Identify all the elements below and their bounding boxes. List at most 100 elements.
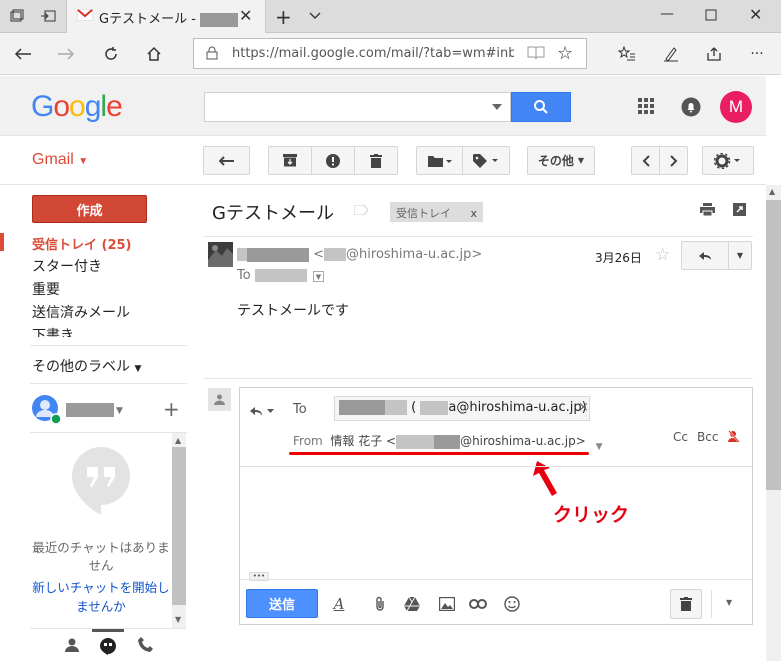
label-tag-icon xyxy=(473,153,499,168)
tab-preview-chevron-icon[interactable] xyxy=(308,8,322,22)
minimize-icon[interactable]: — xyxy=(660,6,674,22)
url-text: https://mail.google.com/mail/?tab=wm#inb… xyxy=(232,46,514,61)
more-menu-icon[interactable]: ··· xyxy=(746,43,768,65)
refresh-icon[interactable] xyxy=(100,43,122,65)
reading-view-icon[interactable] xyxy=(527,45,545,61)
settings-button[interactable] xyxy=(702,146,754,175)
sidebar-item-sent[interactable]: 送信済みメール xyxy=(32,302,130,322)
restrict-recipients-icon[interactable] xyxy=(728,430,740,443)
sender-avatar xyxy=(208,242,233,267)
formatting-options-icon[interactable]: A xyxy=(329,594,349,614)
recipient-line[interactable]: To ▼ xyxy=(237,268,324,283)
more-actions-label: その他 xyxy=(537,154,574,168)
favorite-star-icon[interactable]: ☆ xyxy=(557,43,573,64)
more-actions-button[interactable]: その他 ▼ xyxy=(527,146,595,175)
send-button[interactable]: 送信 xyxy=(246,589,318,618)
apps-grid-icon[interactable] xyxy=(638,98,654,114)
archive-button[interactable] xyxy=(268,146,312,175)
star-icon[interactable]: ☆ xyxy=(655,245,670,265)
spam-icon xyxy=(326,153,340,168)
insert-link-icon[interactable] xyxy=(468,594,488,614)
scroll-up-icon[interactable]: ▲ xyxy=(175,436,181,445)
pen-notes-icon[interactable] xyxy=(660,43,682,65)
cc-link[interactable]: Cc xyxy=(673,430,688,444)
google-logo[interactable]: Google xyxy=(31,90,123,124)
new-chat-plus-icon[interactable]: + xyxy=(163,397,180,421)
insert-photo-icon[interactable] xyxy=(437,594,457,614)
phone-icon[interactable] xyxy=(138,637,153,652)
attach-file-icon[interactable] xyxy=(370,594,390,614)
hangouts-user-name[interactable]: ▼ xyxy=(66,402,123,417)
from-selector[interactable]: From 情報 花子 < @hiroshima-u.ac.jp> ▼ xyxy=(293,432,603,452)
delete-button[interactable] xyxy=(354,146,398,175)
forward-icon[interactable] xyxy=(55,43,77,65)
importance-marker-icon[interactable] xyxy=(354,205,368,215)
chevron-left-icon xyxy=(642,154,650,167)
bcc-link[interactable]: Bcc xyxy=(697,430,718,444)
gmail-menu[interactable]: Gmail ▼ xyxy=(32,151,88,169)
gear-icon xyxy=(714,152,742,169)
insert-emoji-icon[interactable] xyxy=(502,594,522,614)
favorites-hub-icon[interactable] xyxy=(616,43,638,65)
set-aside-tabs-icon[interactable] xyxy=(40,9,56,23)
search-options-caret-icon[interactable] xyxy=(492,104,502,110)
reply-button[interactable] xyxy=(681,241,729,270)
folder-icon xyxy=(427,155,452,167)
from-dropdown-caret-icon[interactable]: ▼ xyxy=(596,442,603,452)
scroll-down-icon[interactable]: ▼ xyxy=(175,615,181,624)
browser-nav-bar: https://mail.google.com/mail/?tab=wm#inb… xyxy=(0,33,781,75)
discard-draft-button[interactable] xyxy=(670,589,702,619)
remove-recipient-button[interactable]: × xyxy=(578,400,589,415)
tab-close-icon[interactable]: ✕ xyxy=(239,6,252,25)
reply-avatar xyxy=(208,388,231,411)
gmail-header: Google M xyxy=(0,76,766,136)
hangouts-tab[interactable] xyxy=(92,629,124,662)
recipient-chip[interactable]: ( a@hiroshima-u.ac.jp) × xyxy=(334,396,590,421)
compose-button[interactable]: 作成 xyxy=(32,195,147,223)
message-more-options-button[interactable]: ▼ xyxy=(728,241,752,270)
notifications-icon[interactable] xyxy=(681,97,701,117)
tab-list-icon[interactable] xyxy=(10,9,24,23)
sidebar-item-inbox[interactable]: 受信トレイ (25) xyxy=(32,234,132,253)
google-drive-icon[interactable] xyxy=(402,594,422,614)
main-scrollbar-thumb[interactable] xyxy=(766,200,781,490)
browser-tab[interactable]: Gテストメール - ✕ xyxy=(66,0,266,33)
home-icon[interactable] xyxy=(143,43,165,65)
labels-button[interactable] xyxy=(462,146,510,175)
browser-tab-bar: Gテストメール - ✕ + — ✕ xyxy=(0,0,781,33)
search-icon xyxy=(534,100,548,114)
open-in-new-window-icon[interactable] xyxy=(733,203,746,216)
back-to-inbox-button[interactable] xyxy=(203,146,250,175)
newer-button[interactable] xyxy=(631,146,660,175)
show-details-icon[interactable]: ▼ xyxy=(312,271,324,282)
new-tab-icon[interactable]: + xyxy=(275,5,292,29)
scroll-up-icon[interactable]: ▲ xyxy=(769,187,775,196)
older-button[interactable] xyxy=(659,146,688,175)
sidebar-item-drafts[interactable]: 下書き xyxy=(32,325,74,337)
contacts-person-icon[interactable] xyxy=(65,638,79,652)
search-button[interactable] xyxy=(511,92,571,122)
account-avatar[interactable]: M xyxy=(720,91,752,123)
more-labels-link[interactable]: その他のラベル ▼ xyxy=(32,356,141,376)
search-input[interactable] xyxy=(204,92,511,122)
back-icon[interactable] xyxy=(12,43,34,65)
from-name: 情報 花子 < xyxy=(330,434,397,448)
sidebar-divider xyxy=(30,383,187,384)
window-close-icon[interactable]: ✕ xyxy=(749,5,762,24)
hangouts-bottom-tabs xyxy=(30,628,186,661)
hangouts-user-avatar[interactable] xyxy=(32,395,62,425)
print-icon[interactable] xyxy=(700,203,715,216)
sidebar-item-starred[interactable]: スター付き xyxy=(32,256,102,276)
sidebar-item-important[interactable]: 重要 xyxy=(32,279,60,299)
report-spam-button[interactable] xyxy=(311,146,355,175)
remove-label-button[interactable]: x xyxy=(471,207,478,220)
chat-scrollbar-thumb[interactable] xyxy=(172,447,186,605)
move-to-button[interactable] xyxy=(416,146,463,175)
more-send-options-icon[interactable]: ▼ xyxy=(726,598,732,607)
share-icon[interactable] xyxy=(703,43,725,65)
reply-type-menu[interactable] xyxy=(249,404,275,418)
maximize-icon[interactable] xyxy=(705,9,717,21)
start-new-chat-link[interactable]: 新しいチャットを開始しませんか xyxy=(32,578,170,616)
address-bar[interactable]: https://mail.google.com/mail/?tab=wm#inb… xyxy=(193,38,587,69)
sidebar-divider xyxy=(30,345,187,346)
